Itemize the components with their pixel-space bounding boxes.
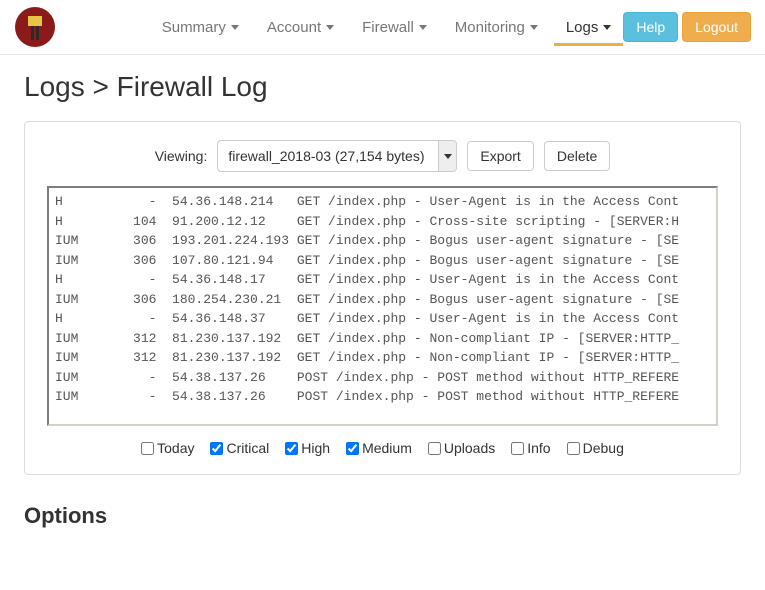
chevron-down-icon (326, 25, 334, 30)
nav-item-label: Logs (566, 19, 599, 36)
nav-item-label: Account (267, 19, 321, 36)
filter-medium[interactable]: Medium (346, 440, 412, 456)
filter-label: Uploads (444, 440, 495, 456)
chevron-down-icon (231, 25, 239, 30)
filters-row: Today Critical High Medium Uploads Info Debug (47, 440, 718, 456)
filter-checkbox-today[interactable] (141, 442, 154, 455)
help-button[interactable]: Help (623, 12, 678, 42)
log-textarea[interactable]: H - 54.36.148.214 GET /index.php - User-… (47, 186, 718, 426)
nav-item-label: Summary (162, 19, 226, 36)
filter-critical[interactable]: Critical (210, 440, 269, 456)
log-panel: Viewing: firewall_2018-03 (27,154 bytes)… (24, 121, 741, 475)
logout-button[interactable]: Logout (682, 12, 751, 42)
navbar: Summary Account Firewall Monitoring Logs Hel… (0, 0, 765, 55)
filter-debug[interactable]: Debug (567, 440, 624, 456)
filter-checkbox-high[interactable] (285, 442, 298, 455)
options-heading: Options (0, 503, 765, 545)
nav-menu: Summary Account Firewall Monitoring Logs (150, 9, 624, 46)
filter-checkbox-uploads[interactable] (428, 442, 441, 455)
nav-item-label: Firewall (362, 19, 414, 36)
nav-item-label: Monitoring (455, 19, 525, 36)
nav-item-account[interactable]: Account (255, 9, 346, 46)
filter-high[interactable]: High (285, 440, 330, 456)
delete-button[interactable]: Delete (544, 141, 610, 171)
filter-today[interactable]: Today (141, 440, 194, 456)
chevron-down-icon (419, 25, 427, 30)
filter-label: Info (527, 440, 550, 456)
filter-checkbox-info[interactable] (511, 442, 524, 455)
filter-label: Medium (362, 440, 412, 456)
filter-label: Today (157, 440, 194, 456)
filter-label: High (301, 440, 330, 456)
chevron-down-icon (603, 25, 611, 30)
filter-checkbox-critical[interactable] (210, 442, 223, 455)
chevron-down-icon (530, 25, 538, 30)
chevron-down-icon (438, 141, 456, 171)
nav-item-firewall[interactable]: Firewall (350, 9, 439, 46)
file-select-wrap[interactable]: firewall_2018-03 (27,154 bytes) (217, 140, 457, 172)
file-select[interactable]: firewall_2018-03 (27,154 bytes) (217, 140, 457, 172)
nav-item-monitoring[interactable]: Monitoring (443, 9, 550, 46)
page-title: Logs > Firewall Log (0, 55, 765, 121)
viewing-label: Viewing: (155, 148, 208, 164)
filter-uploads[interactable]: Uploads (428, 440, 495, 456)
filter-info[interactable]: Info (511, 440, 550, 456)
nav-item-logs[interactable]: Logs (554, 9, 624, 46)
app-logo (14, 6, 56, 48)
export-button[interactable]: Export (467, 141, 533, 171)
filter-label: Critical (226, 440, 269, 456)
filter-label: Debug (583, 440, 624, 456)
filter-checkbox-debug[interactable] (567, 442, 580, 455)
nav-item-summary[interactable]: Summary (150, 9, 251, 46)
filter-checkbox-medium[interactable] (346, 442, 359, 455)
controls-row: Viewing: firewall_2018-03 (27,154 bytes)… (47, 140, 718, 172)
